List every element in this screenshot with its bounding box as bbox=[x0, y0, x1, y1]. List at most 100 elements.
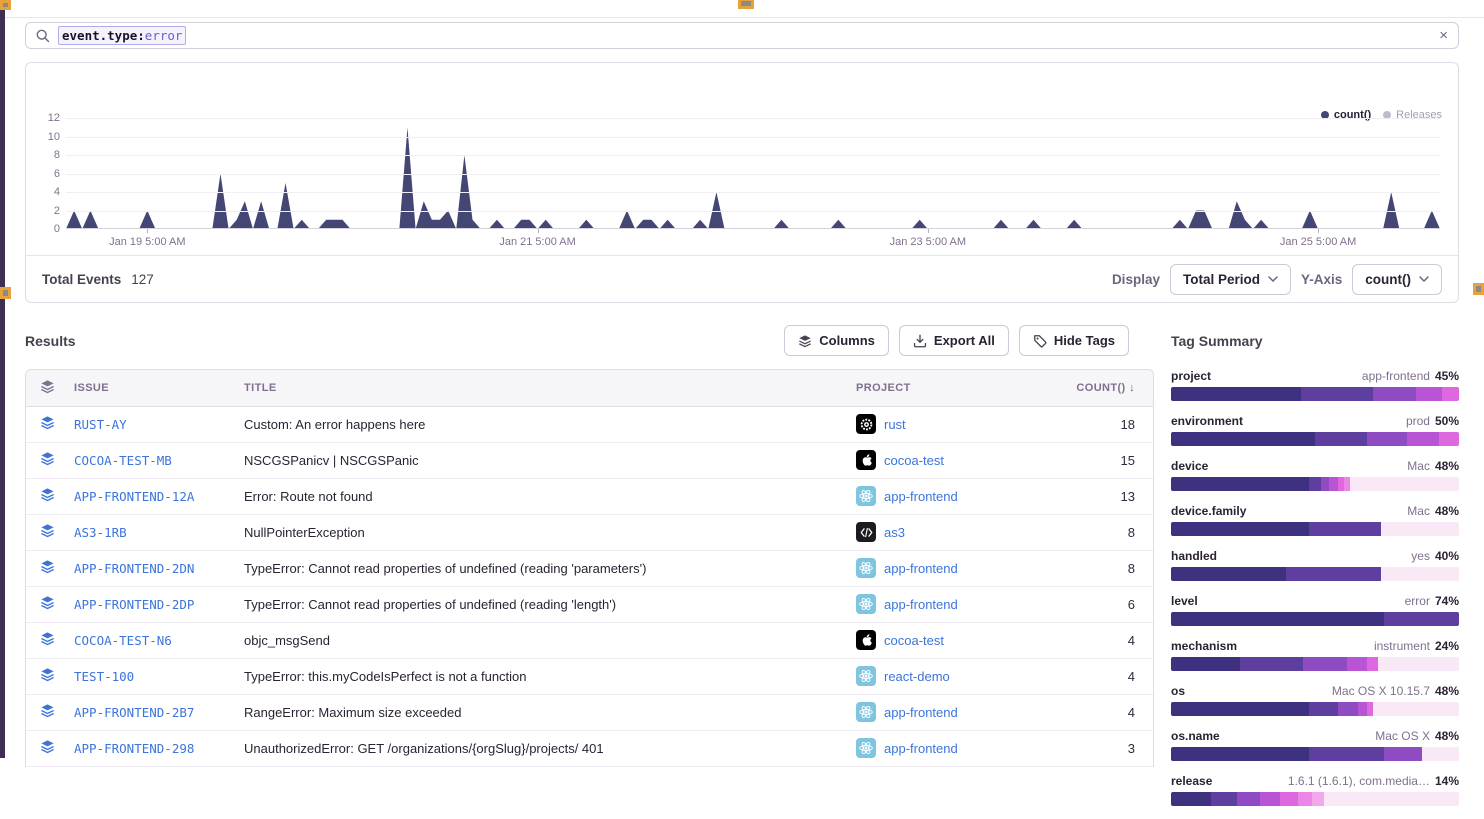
facet-segment[interactable] bbox=[1373, 702, 1459, 716]
facet-segment[interactable] bbox=[1407, 432, 1439, 446]
project-link[interactable]: cocoa-test bbox=[884, 633, 944, 648]
project-link[interactable]: app-frontend bbox=[884, 741, 958, 756]
search-query-token[interactable]: event.type:error bbox=[58, 26, 186, 45]
issue-link[interactable]: TEST-100 bbox=[74, 669, 134, 684]
issue-stack-cell[interactable] bbox=[26, 442, 66, 478]
issue-link[interactable]: COCOA-TEST-N6 bbox=[74, 633, 172, 648]
facet-segment[interactable] bbox=[1309, 702, 1338, 716]
facet-segment[interactable] bbox=[1315, 432, 1367, 446]
facet-segment[interactable] bbox=[1171, 567, 1286, 581]
facet-segment[interactable] bbox=[1171, 702, 1309, 716]
issue-link[interactable]: APP-FRONTEND-298 bbox=[74, 741, 194, 756]
events-chart[interactable]: count() Releases 024681012 Jan 19 5:00 A… bbox=[26, 97, 1458, 255]
crop-handle-right-mid[interactable] bbox=[1473, 283, 1484, 295]
facet-segment[interactable] bbox=[1171, 432, 1315, 446]
facet-top-value: Mac OS X 10.15.7 bbox=[1332, 684, 1430, 698]
project-link[interactable]: app-frontend bbox=[884, 561, 958, 576]
facet-segment[interactable] bbox=[1338, 702, 1358, 716]
column-header-project[interactable]: PROJECT bbox=[848, 370, 1048, 406]
issue-stack-cell[interactable] bbox=[26, 478, 66, 514]
issue-stack-cell[interactable] bbox=[26, 622, 66, 658]
facet-segment[interactable] bbox=[1301, 387, 1373, 401]
issue-stack-cell[interactable] bbox=[26, 694, 66, 730]
facet-segment[interactable] bbox=[1171, 657, 1240, 671]
facet-segment[interactable] bbox=[1309, 747, 1384, 761]
facet-segment[interactable] bbox=[1442, 387, 1459, 401]
issue-stack-cell[interactable] bbox=[26, 514, 66, 550]
facet-segment[interactable] bbox=[1321, 477, 1330, 491]
facet-segment[interactable] bbox=[1298, 792, 1312, 806]
issue-link[interactable]: COCOA-TEST-MB bbox=[74, 453, 172, 468]
apple-platform-icon bbox=[856, 630, 876, 650]
facet-segment[interactable] bbox=[1329, 477, 1338, 491]
project-link[interactable]: cocoa-test bbox=[884, 453, 944, 468]
project-link[interactable]: as3 bbox=[884, 525, 905, 540]
columns-button[interactable]: Columns bbox=[784, 325, 889, 356]
issue-stack-cell[interactable] bbox=[26, 658, 66, 694]
issue-stack-cell[interactable] bbox=[26, 586, 66, 622]
issue-stack-cell[interactable] bbox=[26, 550, 66, 586]
issue-link[interactable]: APP-FRONTEND-12A bbox=[74, 489, 194, 504]
issue-link[interactable]: AS3-1RB bbox=[74, 525, 127, 540]
facet-segment[interactable] bbox=[1237, 792, 1260, 806]
facet-segment[interactable] bbox=[1381, 567, 1459, 581]
project-link[interactable]: app-frontend bbox=[884, 597, 958, 612]
facet-segment[interactable] bbox=[1303, 657, 1346, 671]
facet-segment[interactable] bbox=[1416, 387, 1442, 401]
project-link[interactable]: react-demo bbox=[884, 669, 950, 684]
issue-link[interactable]: RUST-AY bbox=[74, 417, 127, 432]
facet-segment[interactable] bbox=[1422, 747, 1459, 761]
facet-segment[interactable] bbox=[1373, 387, 1416, 401]
facet-segment[interactable] bbox=[1350, 477, 1459, 491]
column-header-count[interactable]: COUNT() ↓ bbox=[1048, 370, 1153, 406]
facet-top-pct: 74% bbox=[1435, 594, 1459, 608]
project-link[interactable]: rust bbox=[884, 417, 906, 432]
hide-tags-button[interactable]: Hide Tags bbox=[1019, 325, 1129, 356]
facet-segment[interactable] bbox=[1384, 612, 1459, 626]
facet-segment[interactable] bbox=[1309, 477, 1321, 491]
crop-handle-top-center[interactable] bbox=[738, 0, 754, 9]
issue-stack-cell[interactable] bbox=[26, 406, 66, 442]
issue-link[interactable]: APP-FRONTEND-2DN bbox=[74, 561, 194, 576]
column-header-title[interactable]: TITLE bbox=[236, 370, 848, 406]
facet-segment[interactable] bbox=[1367, 657, 1379, 671]
search-bar[interactable]: event.type:error × bbox=[25, 22, 1459, 49]
header-stack-icon-col[interactable] bbox=[26, 370, 66, 406]
facet-segment[interactable] bbox=[1286, 567, 1381, 581]
facet-segment[interactable] bbox=[1367, 432, 1407, 446]
display-select[interactable]: Total Period bbox=[1170, 264, 1291, 295]
issue-stack-cell[interactable] bbox=[26, 730, 66, 766]
facet-segment[interactable] bbox=[1312, 792, 1324, 806]
facet-segment[interactable] bbox=[1171, 387, 1301, 401]
facet-segment[interactable] bbox=[1240, 657, 1303, 671]
facet-segment[interactable] bbox=[1171, 477, 1309, 491]
facet-segment[interactable] bbox=[1358, 702, 1367, 716]
facet-segment[interactable] bbox=[1280, 792, 1297, 806]
facet-segment[interactable] bbox=[1378, 657, 1459, 671]
yaxis-select[interactable]: count() bbox=[1352, 264, 1442, 295]
facet-segment[interactable] bbox=[1309, 522, 1381, 536]
crop-handle-left-mid[interactable] bbox=[0, 287, 11, 299]
chart-plot-area[interactable]: 024681012 bbox=[66, 97, 1440, 229]
column-header-issue[interactable]: ISSUE bbox=[66, 370, 236, 406]
export-all-button[interactable]: Export All bbox=[899, 325, 1009, 356]
facet-segment[interactable] bbox=[1324, 792, 1459, 806]
facet-segment[interactable] bbox=[1211, 792, 1237, 806]
facet-segment[interactable] bbox=[1384, 747, 1421, 761]
facet-segment[interactable] bbox=[1260, 792, 1280, 806]
issue-link[interactable]: APP-FRONTEND-2B7 bbox=[74, 705, 194, 720]
facet-segment[interactable] bbox=[1171, 522, 1309, 536]
facet-segment[interactable] bbox=[1381, 522, 1459, 536]
yaxis-select-value: count() bbox=[1365, 272, 1411, 287]
facet-segment[interactable] bbox=[1347, 657, 1367, 671]
project-link[interactable]: app-frontend bbox=[884, 489, 958, 504]
facet-segment[interactable] bbox=[1171, 612, 1384, 626]
facet-segment[interactable] bbox=[1171, 792, 1211, 806]
project-link[interactable]: app-frontend bbox=[884, 705, 958, 720]
issue-link[interactable]: APP-FRONTEND-2DP bbox=[74, 597, 194, 612]
facet-segment[interactable] bbox=[1439, 432, 1459, 446]
facet-segment[interactable] bbox=[1171, 747, 1309, 761]
crop-handle-top-left[interactable] bbox=[0, 0, 11, 10]
stack-icon bbox=[40, 667, 55, 682]
clear-search-icon[interactable]: × bbox=[1439, 28, 1448, 43]
